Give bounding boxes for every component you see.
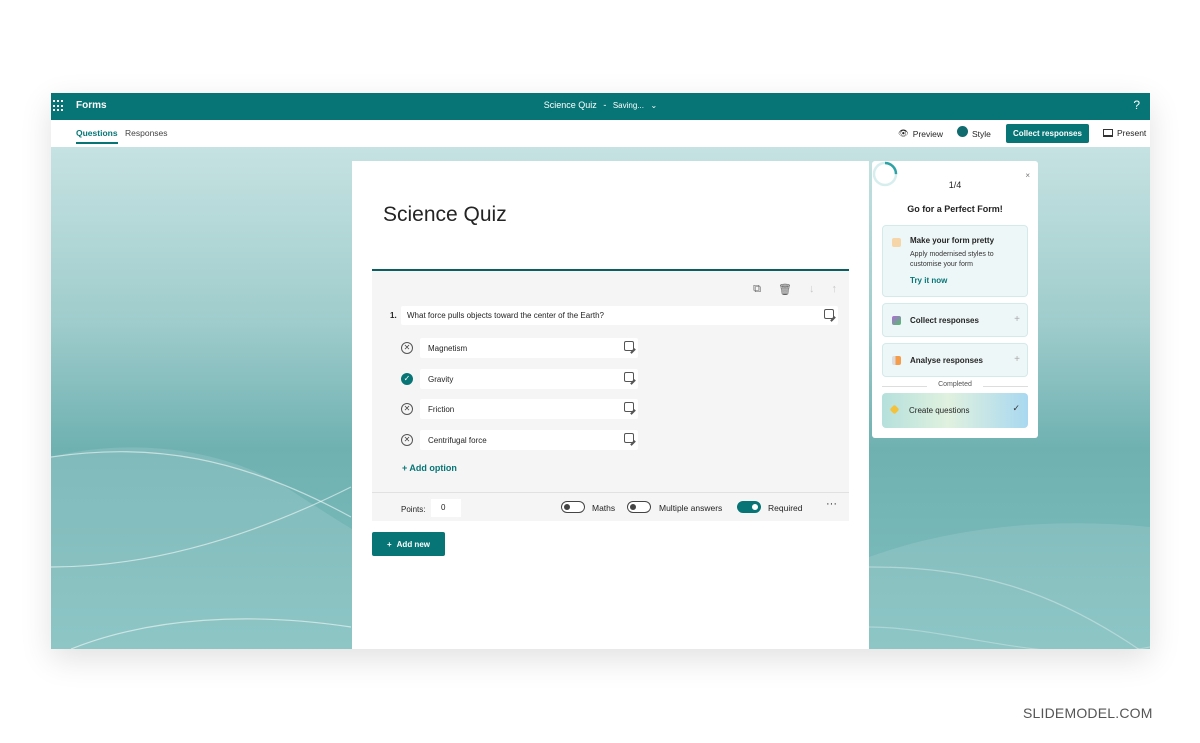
option-input[interactable]: Gravity [420,369,638,389]
insert-media-icon[interactable] [624,372,634,382]
sparkle-palette-icon [892,238,901,247]
option-row: ✕ Friction [401,399,638,419]
make-form-pretty-card[interactable]: Make your form pretty Apply modernised s… [882,225,1028,297]
question-text: What force pulls objects toward the cent… [407,311,604,320]
add-new-button[interactable]: + Add new [372,532,445,556]
points-label: Points: [401,505,426,514]
tab-responses[interactable]: Responses [125,128,168,138]
copy-icon[interactable]: ⧉ [753,283,761,296]
form-card: Science Quiz ⧉ 🗑 ↓ ↑ 1. What force pulls… [352,161,869,649]
present-button[interactable]: Present [1103,128,1146,138]
tab-questions[interactable]: Questions [76,128,118,144]
preview-button[interactable]: 👁 Preview [898,128,943,139]
present-label: Present [1117,128,1147,138]
question-number: 1. [390,311,397,320]
document-title-area[interactable]: Science Quiz - Saving... ⌄ [51,100,1150,110]
plus-icon: + [386,539,392,549]
question-toolbar: ⧉ 🗑 ↓ ↑ [753,283,837,296]
insert-media-icon[interactable] [824,309,834,319]
eye-icon: 👁 [898,128,909,138]
sparkle-icon [889,404,900,415]
plus-icon[interactable]: + [1014,314,1020,325]
perfect-form-panel: 1/4 × Go for a Perfect Form! Make your f… [872,161,1038,438]
option-label: Magnetism [428,344,468,353]
form-title[interactable]: Science Quiz [383,203,507,227]
top-bar: Forms Science Quiz - Saving... ⌄ ? [51,93,1150,120]
close-icon[interactable]: × [1025,171,1030,180]
option-input[interactable]: Centrifugal force [420,430,638,450]
analyse-responses-card[interactable]: Analyse responses + [882,343,1028,377]
points-input[interactable]: 0 [431,499,461,517]
panel-title: Go for a Perfect Form! [907,204,1003,214]
option-label: Gravity [428,375,454,384]
option-row: ✕ Magnetism [401,338,638,358]
forms-window: Forms Science Quiz - Saving... ⌄ ? Quest… [51,93,1150,649]
insert-media-icon[interactable] [624,433,634,443]
mark-incorrect-icon[interactable]: ✕ [401,342,413,354]
bar-chart-icon [892,356,901,365]
maths-label: Maths [592,503,616,513]
move-up-icon[interactable]: ↑ [832,283,838,296]
plus-icon[interactable]: + [1014,354,1020,365]
chevron-down-icon[interactable]: ⌄ [651,101,658,110]
progress-text: 1/4 [948,180,962,190]
style-label: Style [972,128,991,139]
style-button[interactable]: Style [957,126,991,139]
help-icon[interactable]: ? [1133,98,1140,112]
option-input[interactable]: Friction [420,399,638,419]
completed-divider: Completed [882,381,1028,388]
card-title: Create questions [909,406,970,415]
maths-toggle[interactable] [561,501,585,513]
question-card[interactable]: ⧉ 🗑 ↓ ↑ 1. What force pulls objects towa… [372,269,849,521]
question-footer: Points: 0 Maths Multiple answers Require… [372,492,849,522]
option-label: Friction [428,405,455,414]
watermark: SLIDEMODEL.COM [1023,705,1153,721]
option-row: ✓ Gravity [401,369,638,389]
correct-answer-icon[interactable]: ✓ [401,373,413,385]
collect-responses-card[interactable]: Collect responses + [882,303,1028,337]
checkmark-icon: ✓ [1012,403,1020,413]
add-option-button[interactable]: + Add option [402,463,457,473]
required-toggle[interactable] [737,501,761,513]
option-row: ✕ Centrifugal force [401,430,638,450]
create-questions-card[interactable]: Create questions ✓ [882,393,1028,428]
card-title: Analyse responses [910,356,983,365]
preview-label: Preview [912,128,944,139]
nav-bar: Questions Responses 👁 Preview Style Coll… [51,120,1150,147]
share-icon [892,316,901,325]
option-label: Centrifugal force [428,436,487,445]
card-title: Make your form pretty [910,236,995,245]
required-label: Required [768,503,803,513]
collect-responses-button[interactable]: Collect responses [1006,124,1089,143]
multiple-answers-toggle[interactable] [627,501,651,513]
title-separator: - [603,100,607,110]
card-title: Collect responses [910,316,979,325]
progress-ring [872,161,898,187]
monitor-icon [1103,129,1113,137]
mark-incorrect-icon[interactable]: ✕ [401,434,413,446]
try-it-now-link[interactable]: Try it now [910,276,947,285]
palette-icon [957,126,968,137]
insert-media-icon[interactable] [624,341,634,351]
more-options-icon[interactable]: ··· [826,498,837,510]
question-text-input[interactable]: What force pulls objects toward the cent… [401,306,838,325]
multiple-answers-label: Multiple answers [659,503,723,513]
option-input[interactable]: Magnetism [420,338,638,358]
save-status: Saving... [612,101,644,110]
document-title: Science Quiz [543,100,597,110]
mark-incorrect-icon[interactable]: ✕ [401,403,413,415]
form-background: Science Quiz ⧉ 🗑 ↓ ↑ 1. What force pulls… [51,147,1150,649]
card-description: Apply modernised styles to customise you… [910,251,994,268]
add-new-label: Add new [396,539,430,549]
move-down-icon[interactable]: ↓ [809,283,815,296]
insert-media-icon[interactable] [624,402,634,412]
delete-icon[interactable]: 🗑 [778,283,792,296]
